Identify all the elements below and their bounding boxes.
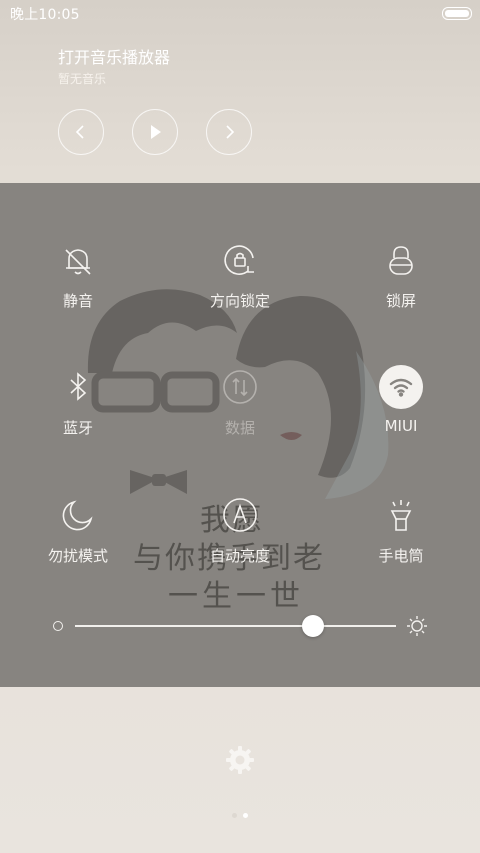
next-button[interactable] xyxy=(206,109,252,155)
mobile-data-icon xyxy=(218,365,262,409)
status-time: 晚上10:05 xyxy=(10,7,80,23)
previous-button[interactable] xyxy=(58,109,104,155)
auto-brightness-icon xyxy=(218,493,262,537)
bluetooth-icon xyxy=(56,365,100,409)
toggle-mobile-data[interactable]: 数据 xyxy=(180,365,300,465)
chevron-left-icon xyxy=(75,125,84,139)
brightness-low-icon xyxy=(53,621,63,631)
bell-off-icon xyxy=(56,238,100,282)
lock-icon xyxy=(379,238,423,282)
toggle-bluetooth-label: 蓝牙 xyxy=(62,419,93,437)
toggle-mobile-data-label: 数据 xyxy=(224,419,255,437)
rotation-lock-icon xyxy=(218,238,262,282)
music-title[interactable]: 打开音乐播放器 xyxy=(58,44,170,68)
toggle-bluetooth[interactable]: 蓝牙 xyxy=(18,365,138,465)
toggle-wifi[interactable]: MIUI xyxy=(341,365,461,465)
music-subtitle: 暂无音乐 xyxy=(58,72,107,86)
play-icon xyxy=(151,125,161,139)
moon-icon xyxy=(56,493,100,537)
toggle-do-not-disturb[interactable]: 勿扰模式 xyxy=(18,493,138,593)
brightness-slider-track[interactable] xyxy=(75,625,396,627)
chevron-right-icon xyxy=(226,125,235,139)
play-button[interactable] xyxy=(132,109,178,155)
wifi-icon xyxy=(379,365,423,409)
music-widget[interactable]: 打开音乐播放器 暂无音乐 xyxy=(0,28,480,183)
quick-settings-panel: 我愿 与你携手到老 一生一世 静音 方向锁定 锁屏 蓝牙 数据 MIUI 勿扰模… xyxy=(0,183,480,687)
toggle-auto-brightness[interactable]: 自动亮度 xyxy=(180,493,300,593)
toggle-do-not-disturb-label: 勿扰模式 xyxy=(47,547,108,565)
brightness-high-icon xyxy=(407,616,427,636)
flashlight-icon xyxy=(379,493,423,537)
control-center-screen: 晚上10:05 打开音乐播放器 暂无音乐 我愿 与你携手到老 一生一世 静音 方… xyxy=(0,0,480,853)
toggle-orientation-lock-label: 方向锁定 xyxy=(209,292,270,310)
battery-icon xyxy=(442,7,472,20)
toggle-auto-brightness-label: 自动亮度 xyxy=(209,547,270,565)
toggle-flashlight-label: 手电筒 xyxy=(378,547,424,565)
toggle-mute[interactable]: 静音 xyxy=(18,238,138,338)
toggle-lock-screen-label: 锁屏 xyxy=(385,292,416,310)
toggle-lock-screen[interactable]: 锁屏 xyxy=(341,238,461,338)
toggle-flashlight[interactable]: 手电筒 xyxy=(341,493,461,593)
brightness-slider-thumb[interactable] xyxy=(301,615,324,637)
settings-gear-icon[interactable] xyxy=(225,745,255,775)
toggle-mute-label: 静音 xyxy=(62,292,93,310)
page-indicator-dot xyxy=(232,813,237,818)
toggle-orientation-lock[interactable]: 方向锁定 xyxy=(180,238,300,338)
status-bar: 晚上10:05 xyxy=(0,0,480,28)
toggle-wifi-label: MIUI xyxy=(384,417,418,435)
page-indicator-dot-active xyxy=(243,813,248,818)
